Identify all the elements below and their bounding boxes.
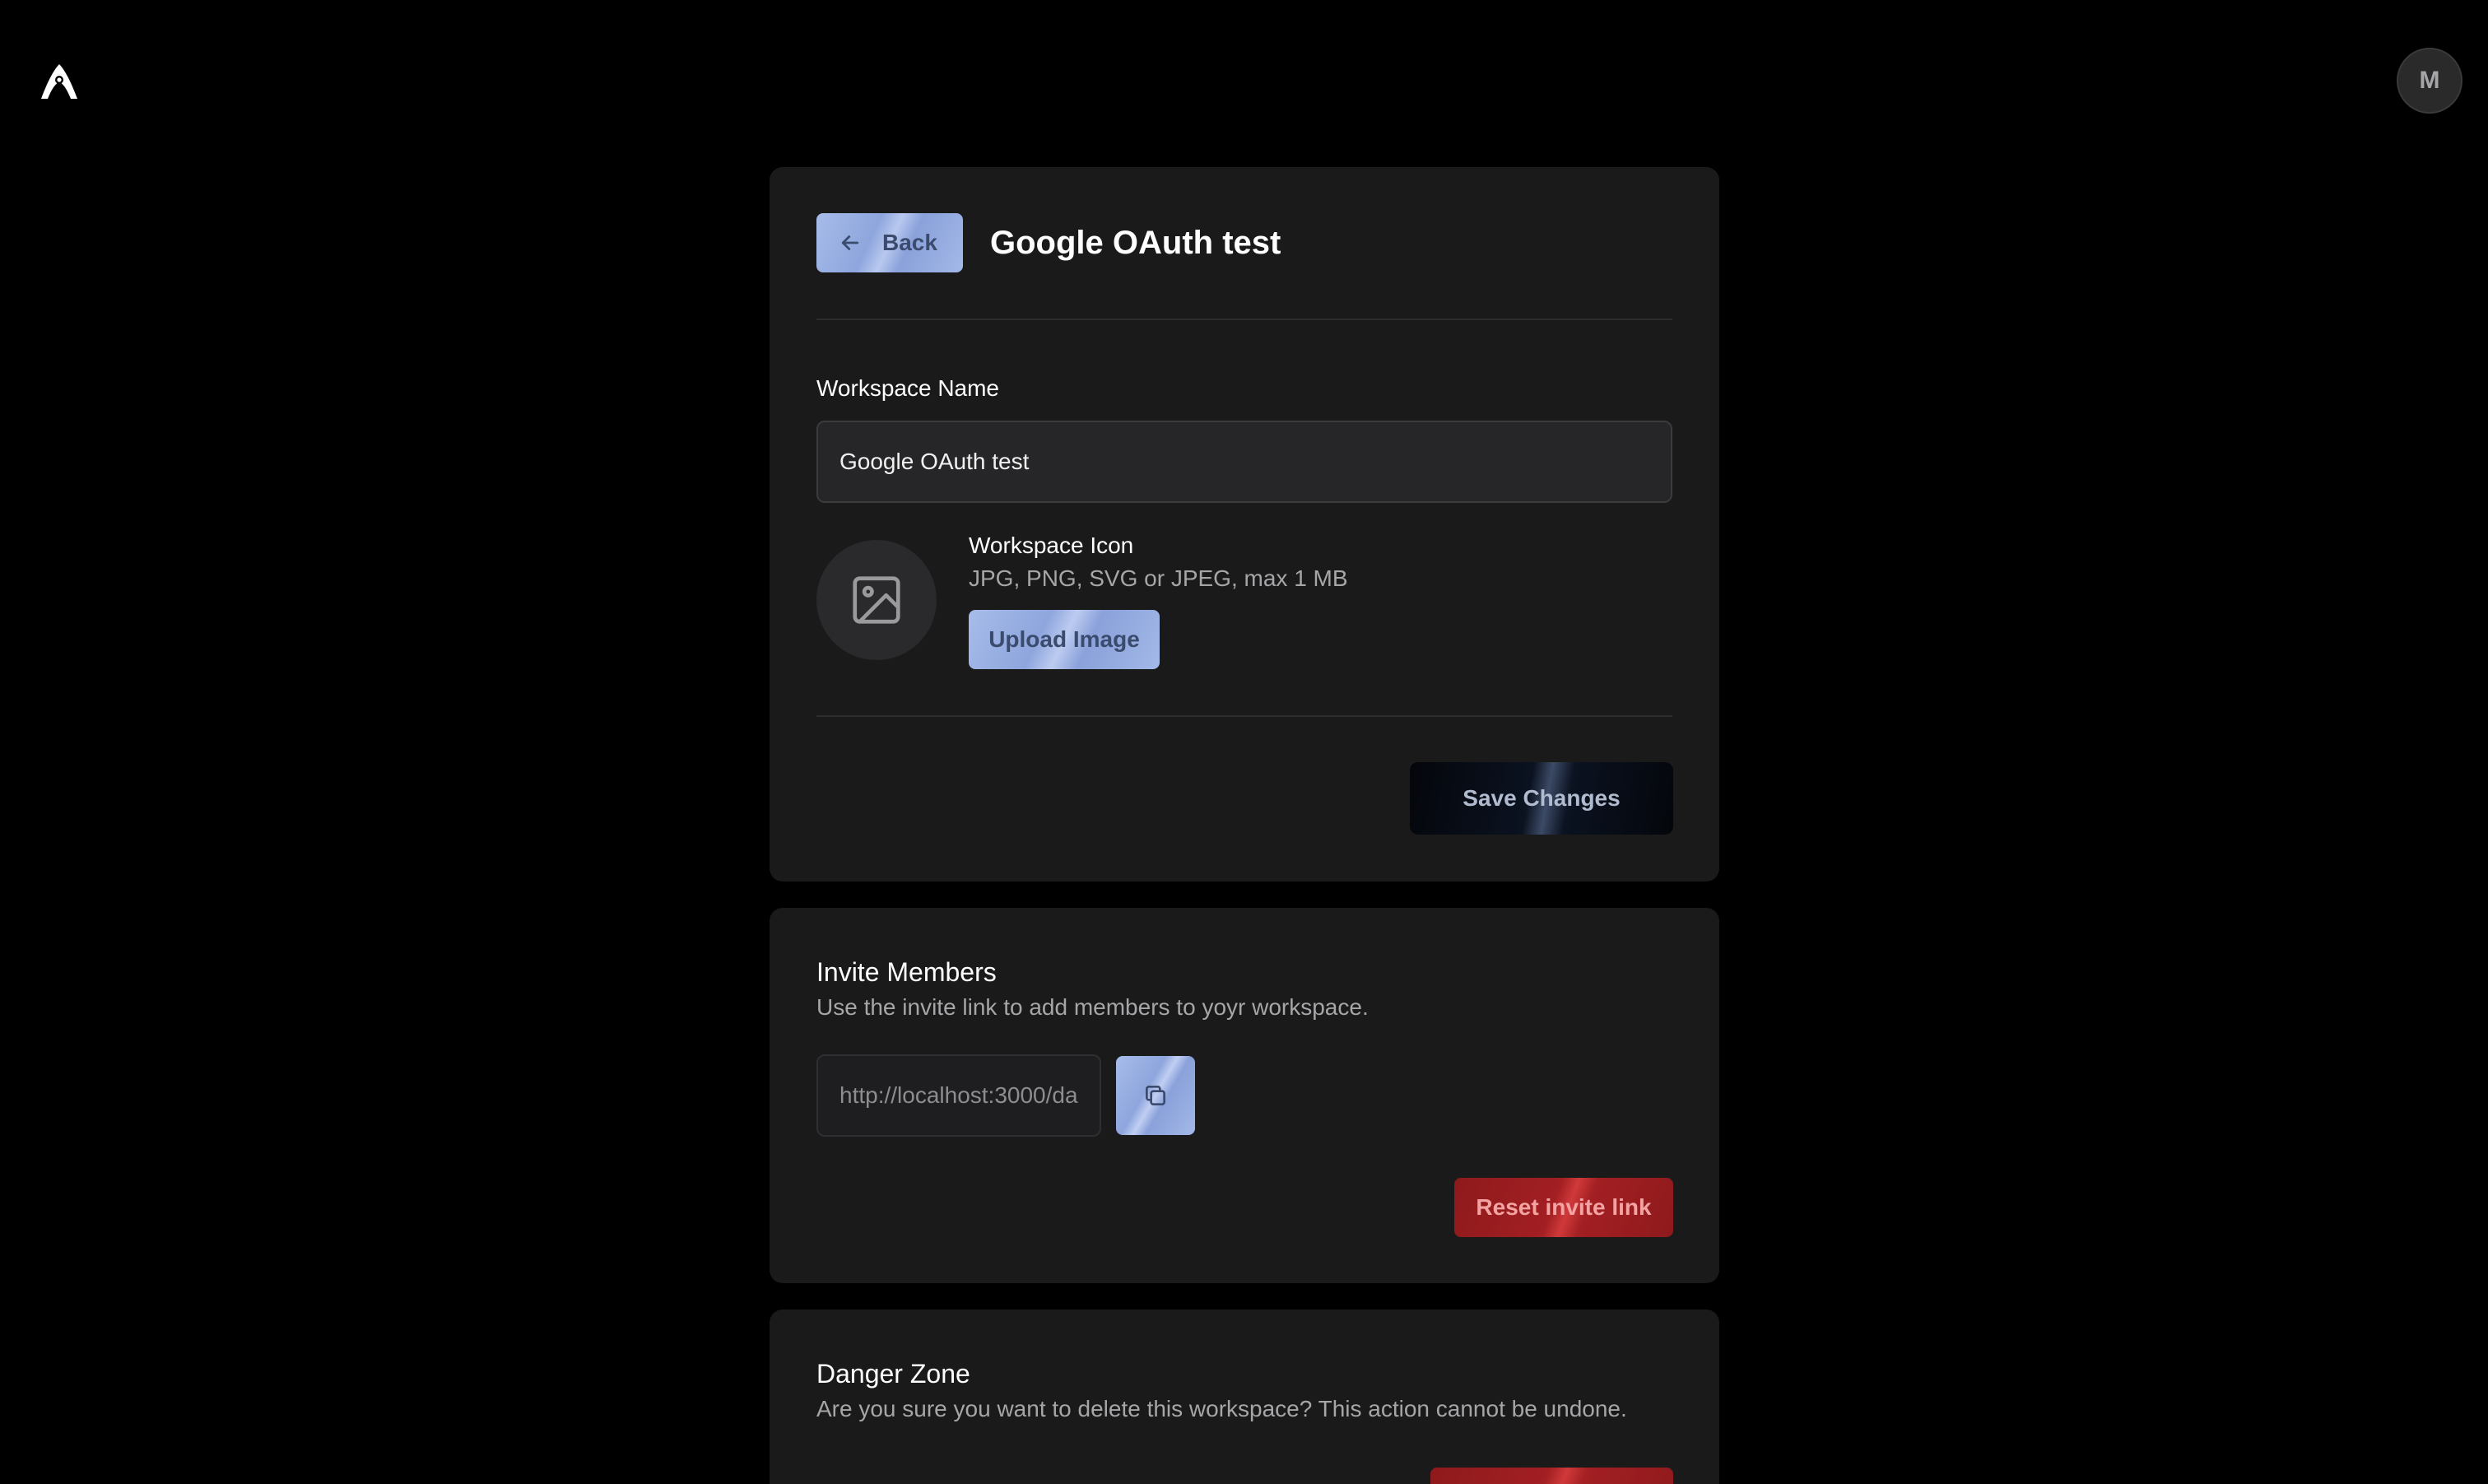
image-placeholder-icon <box>853 576 900 624</box>
header-divider <box>816 319 1672 320</box>
workspace-icon-hint: JPG, PNG, SVG or JPEG, max 1 MB <box>969 565 1348 591</box>
arrow-left-icon <box>841 235 859 250</box>
reset-invite-link-button[interactable]: Reset invite link <box>1454 1178 1673 1237</box>
delete-workspace-button[interactable] <box>1430 1468 1673 1484</box>
workspace-settings-page: M Back Google OAuth test Workspace Name … <box>0 0 2488 1484</box>
page-title: Google OAuth test <box>990 225 1281 261</box>
workspace-name-label: Workspace Name <box>816 375 1000 401</box>
user-avatar[interactable]: M <box>2397 48 2462 114</box>
copy-link-button[interactable] <box>1116 1056 1195 1135</box>
invite-title: Invite Members <box>816 957 997 987</box>
invite-description: Use the invite link to add members to yo… <box>816 994 1369 1020</box>
footer-divider <box>816 715 1672 717</box>
workspace-icon-preview <box>816 540 937 660</box>
invite-members-card: Invite Members Use the invite link to ad… <box>770 908 1719 1283</box>
save-changes-button[interactable]: Save Changes <box>1410 762 1673 835</box>
invite-link-input[interactable] <box>816 1054 1101 1137</box>
danger-title: Danger Zone <box>816 1359 970 1389</box>
back-button[interactable]: Back <box>816 213 963 272</box>
danger-description: Are you sure you want to delete this wor… <box>816 1396 1627 1421</box>
copy-icon <box>1146 1086 1165 1105</box>
workspace-general-card: Back Google OAuth test Workspace Name Wo… <box>770 167 1719 882</box>
danger-zone-card: Danger Zone Are you sure you want to del… <box>770 1310 1719 1484</box>
rocket-logo-icon[interactable] <box>38 63 81 102</box>
upload-image-button[interactable]: Upload Image <box>969 610 1160 669</box>
workspace-icon-title: Workspace Icon <box>969 533 1134 558</box>
back-button-label: Back <box>882 230 937 255</box>
avatar-initial: M <box>2419 67 2440 94</box>
workspace-name-input[interactable] <box>816 421 1672 503</box>
